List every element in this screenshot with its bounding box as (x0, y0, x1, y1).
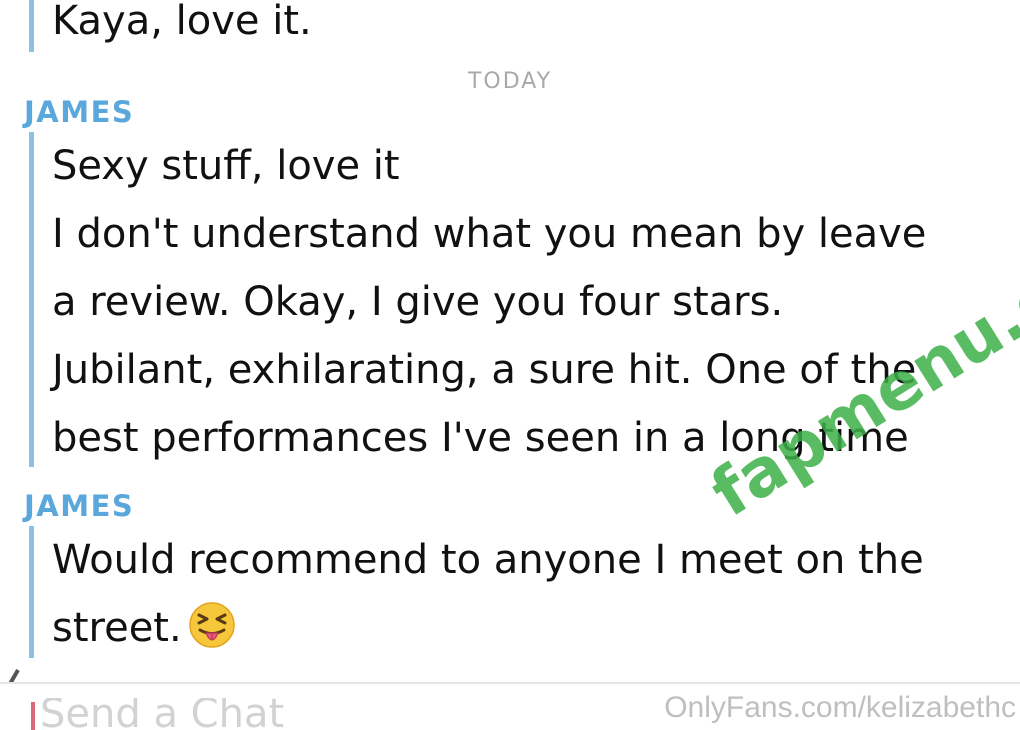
day-separator: TODAY (467, 69, 553, 94)
sender-name: JAMES (24, 489, 135, 523)
message-line: Would recommend to anyone I meet on the (52, 537, 924, 583)
chat-input[interactable] (40, 698, 640, 730)
message-line: Kaya, love it. (52, 0, 312, 44)
message-text: street. (52, 605, 182, 651)
watermark-url: OnlyFans.com/kelizabethc (664, 691, 1016, 724)
message-block-previous: Kaya, love it. (29, 0, 312, 52)
message-block[interactable]: Would recommend to anyone I meet on the … (29, 526, 924, 658)
message-line: I don't understand what you mean by leav… (52, 211, 927, 257)
composer-caret (31, 702, 35, 730)
sender-name: JAMES (24, 95, 135, 129)
squinting-face-with-tongue-icon (188, 601, 236, 649)
message-line: street. (52, 594, 924, 662)
message-line: Jubilant, exhilarating, a sure hit. One … (52, 347, 917, 393)
chat-screen: Kaya, love it. TODAY JAMES Sexy stuff, l… (0, 0, 1020, 730)
message-line: Sexy stuff, love it (52, 143, 400, 189)
message-line: a review. Okay, I give you four stars. (52, 279, 784, 325)
